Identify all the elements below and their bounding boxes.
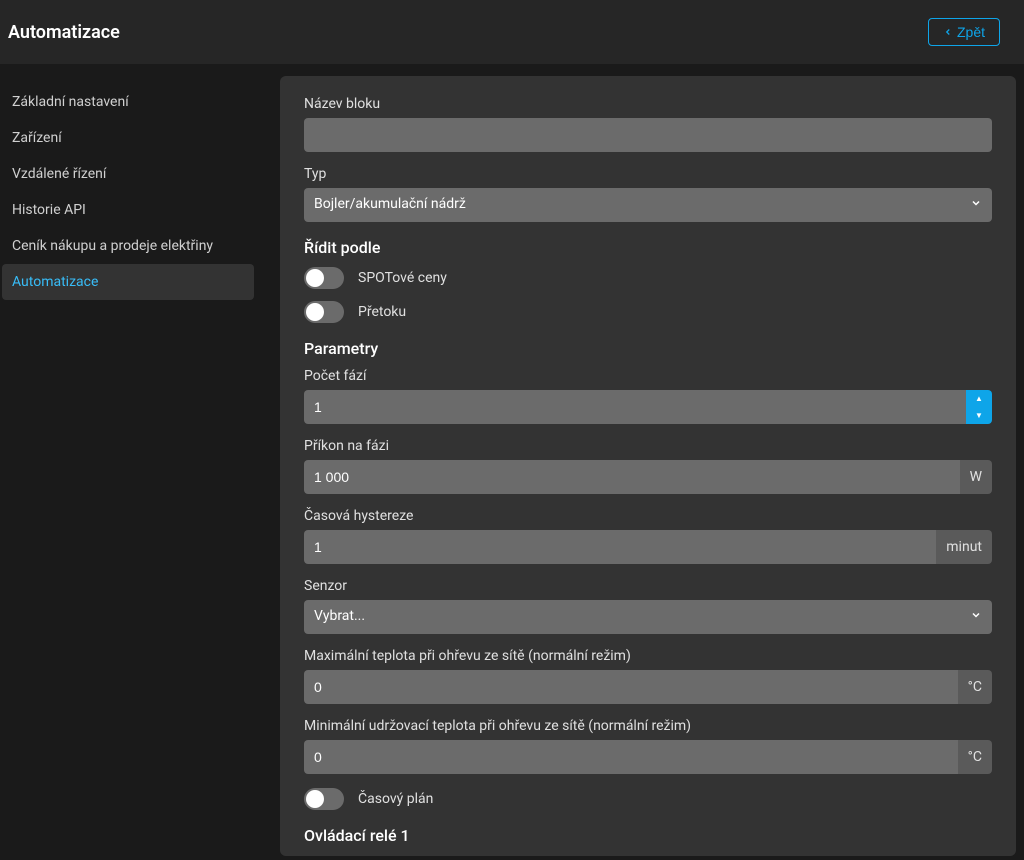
min-temp-label: Minimální udržovací teplota při ohřevu z… — [304, 718, 992, 734]
sidebar-item-label: Automatizace — [12, 274, 98, 290]
sidebar-item-remote-control[interactable]: Vzdálené řízení — [2, 156, 254, 192]
phase-count-label: Počet fází — [304, 368, 992, 384]
sidebar-item-label: Zařízení — [12, 130, 62, 146]
sidebar-item-pricing[interactable]: Ceník nákupu a prodeje elektřiny — [2, 228, 254, 264]
relay-section-title: Ovládací relé 1 — [304, 826, 992, 845]
sidebar-item-label: Vzdálené řízení — [12, 166, 106, 182]
chevron-left-icon — [943, 24, 953, 40]
overflow-toggle[interactable] — [304, 301, 344, 323]
schedule-toggle-label: Časový plán — [358, 791, 433, 807]
sidebar-item-label: Základní nastavení — [12, 94, 129, 110]
block-name-label: Název bloku — [304, 96, 992, 112]
temp-unit-label: °C — [958, 670, 992, 704]
sidebar-item-api-history[interactable]: Historie API — [2, 192, 254, 228]
time-hysteresis-input[interactable] — [304, 530, 936, 564]
block-name-input[interactable] — [304, 118, 992, 152]
max-temp-label: Maximální teplota při ohřevu ze sítě (no… — [304, 648, 992, 664]
power-unit-label: W — [960, 460, 992, 494]
parameters-title: Parametry — [304, 339, 992, 358]
overflow-toggle-label: Přetoku — [358, 304, 406, 320]
sidebar-item-basic-settings[interactable]: Základní nastavení — [2, 84, 254, 120]
type-select[interactable]: Bojler/akumulační nádrž — [304, 188, 992, 222]
power-per-phase-input[interactable] — [304, 460, 960, 494]
min-temp-input[interactable] — [304, 740, 958, 774]
page-header: Automatizace Zpět — [0, 0, 1024, 64]
type-select-value: Bojler/akumulační nádrž — [314, 196, 466, 212]
page-title: Automatizace — [8, 22, 120, 43]
stepper-up-icon[interactable]: ▲ — [966, 390, 992, 407]
sidebar-item-automation[interactable]: Automatizace — [2, 264, 254, 300]
main-form: Název bloku Typ Bojler/akumulační nádrž … — [280, 76, 1016, 856]
type-label: Typ — [304, 166, 992, 182]
power-per-phase-label: Příkon na fázi — [304, 438, 992, 454]
time-hysteresis-label: Časová hystereze — [304, 508, 992, 524]
control-by-title: Řídit podle — [304, 238, 992, 257]
time-unit-label: minut — [936, 530, 992, 564]
spot-prices-toggle[interactable] — [304, 267, 344, 289]
spot-prices-toggle-label: SPOTové ceny — [358, 270, 447, 286]
sidebar-item-label: Historie API — [12, 202, 86, 218]
back-button[interactable]: Zpět — [928, 18, 1000, 46]
max-temp-input[interactable] — [304, 670, 958, 704]
phase-count-input[interactable] — [304, 390, 966, 424]
schedule-toggle[interactable] — [304, 788, 344, 810]
sensor-select-value: Vybrat... — [314, 608, 365, 624]
stepper-down-icon[interactable]: ▼ — [966, 407, 992, 424]
sensor-label: Senzor — [304, 578, 992, 594]
sidebar: Základní nastavení Zařízení Vzdálené říz… — [0, 64, 260, 860]
back-button-label: Zpět — [957, 24, 985, 40]
sidebar-item-label: Ceník nákupu a prodeje elektřiny — [12, 238, 213, 254]
sensor-select[interactable]: Vybrat... — [304, 600, 992, 634]
sidebar-item-devices[interactable]: Zařízení — [2, 120, 254, 156]
temp-unit-label: °C — [958, 740, 992, 774]
phase-count-stepper[interactable]: ▲ ▼ — [966, 390, 992, 424]
